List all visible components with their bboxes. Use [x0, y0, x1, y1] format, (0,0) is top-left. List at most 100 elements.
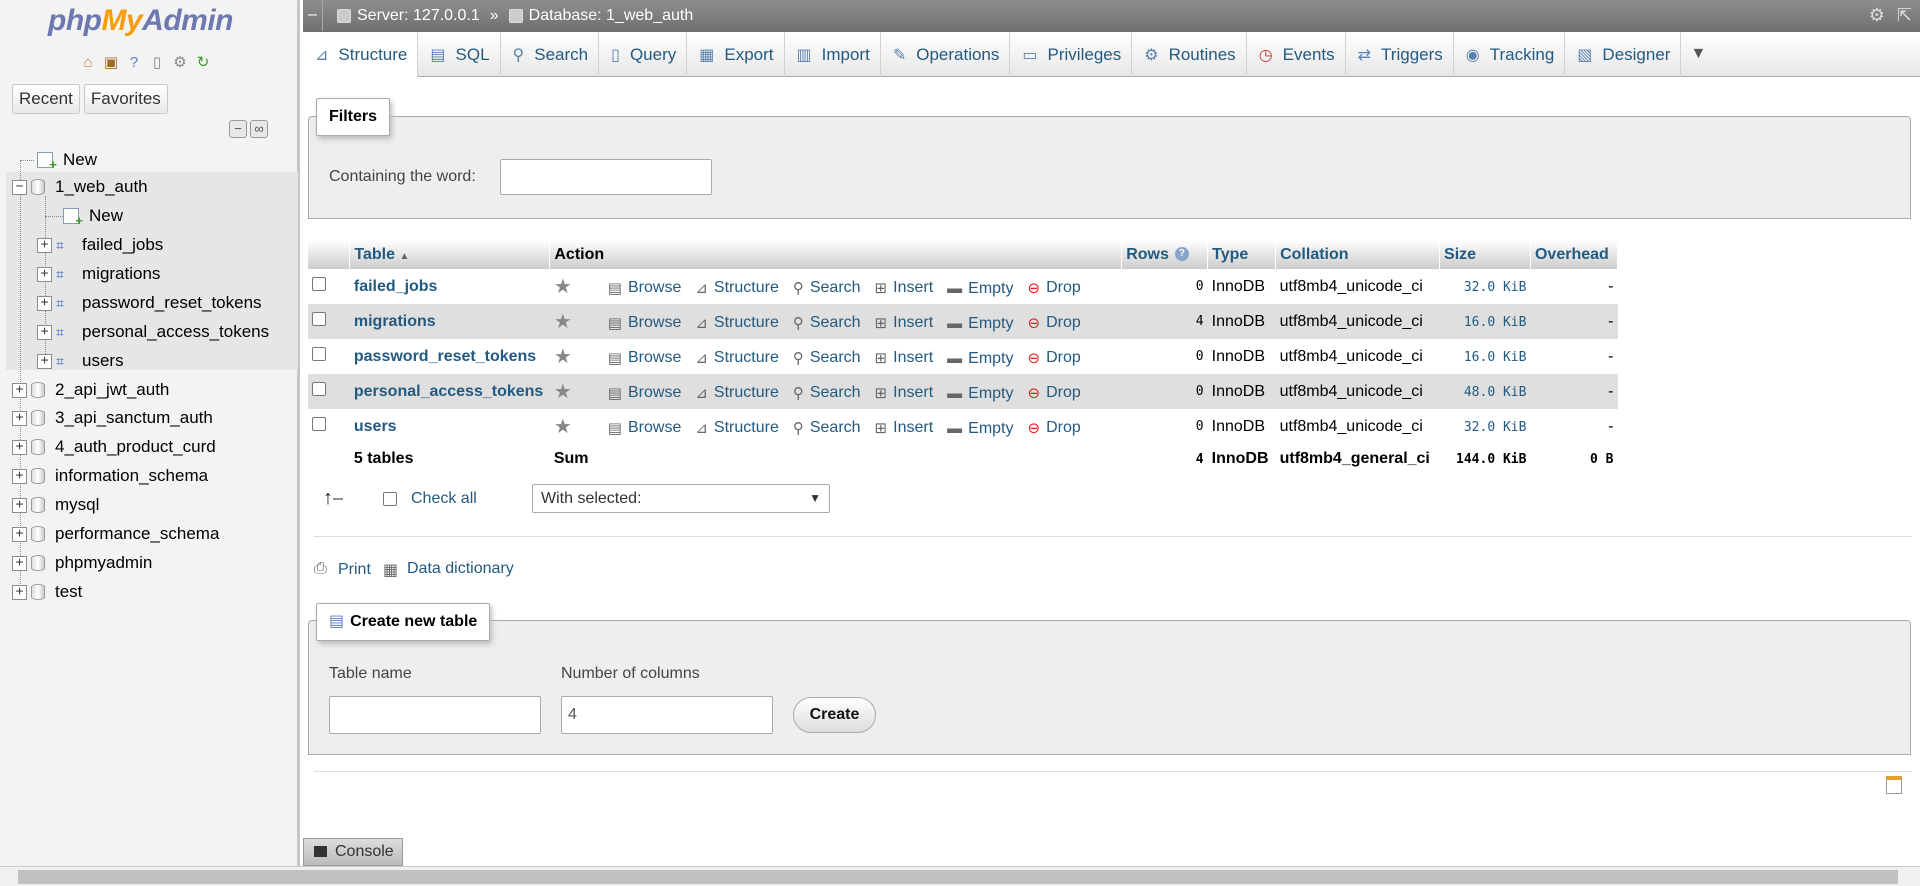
- data-dictionary-link[interactable]: Data dictionary: [407, 560, 514, 578]
- tab-structure[interactable]: ⊿ Structure: [303, 32, 419, 78]
- action-drop[interactable]: ⊖ Drop: [1027, 419, 1080, 437]
- table-name-input[interactable]: [329, 696, 541, 734]
- collapse-all-icon[interactable]: −: [229, 120, 247, 138]
- action-search[interactable]: ⚲ Search: [793, 419, 861, 437]
- expand-icon[interactable]: +: [37, 324, 52, 340]
- docs-icon[interactable]: ▯: [147, 52, 167, 72]
- action-search[interactable]: ⚲ Search: [793, 349, 861, 367]
- create-button[interactable]: Create: [793, 697, 876, 733]
- collapse-icon[interactable]: −: [12, 179, 27, 195]
- tab-sql[interactable]: ▤ SQL: [418, 32, 501, 77]
- favorites-tab[interactable]: Favorites: [83, 84, 168, 114]
- size-link[interactable]: 48.0 KiB: [1464, 385, 1527, 400]
- action-insert[interactable]: ⊞ Insert: [875, 419, 934, 437]
- header-type[interactable]: Type: [1207, 240, 1277, 269]
- action-insert[interactable]: ⊞ Insert: [875, 314, 934, 332]
- row-checkbox[interactable]: [312, 312, 326, 326]
- tree-db-item[interactable]: + test: [12, 579, 82, 605]
- action-empty[interactable]: ▬ Empty: [947, 420, 1013, 438]
- header-rows[interactable]: Rows?: [1121, 240, 1209, 269]
- check-all-checkbox[interactable]: [383, 492, 397, 506]
- action-structure[interactable]: ⊿ Structure: [695, 279, 779, 297]
- expand-icon[interactable]: +: [12, 410, 27, 426]
- collapse-nav-icon[interactable]: –: [303, 1, 323, 31]
- tree-table-item[interactable]: + ⌗ password_reset_tokens: [37, 290, 262, 316]
- tree-db-item[interactable]: + 2_api_jwt_auth: [12, 377, 169, 403]
- recent-tab[interactable]: Recent: [12, 84, 80, 114]
- action-empty[interactable]: ▬ Empty: [947, 350, 1013, 368]
- favorite-star-icon[interactable]: ★: [554, 414, 572, 439]
- tree-db-item[interactable]: + phpmyadmin: [12, 550, 152, 576]
- action-insert[interactable]: ⊞ Insert: [875, 279, 934, 297]
- reload-icon[interactable]: ↻: [193, 52, 213, 72]
- action-drop[interactable]: ⊖ Drop: [1027, 349, 1080, 367]
- row-checkbox[interactable]: [312, 417, 326, 431]
- action-structure[interactable]: ⊿ Structure: [695, 419, 779, 437]
- tree-db-item[interactable]: + information_schema: [12, 463, 208, 489]
- tree-db-item[interactable]: + 3_api_sanctum_auth: [12, 405, 213, 431]
- action-drop[interactable]: ⊖ Drop: [1027, 279, 1080, 297]
- expand-icon[interactable]: +: [37, 295, 52, 311]
- expand-icon[interactable]: +: [12, 526, 27, 542]
- action-empty[interactable]: ▬ Empty: [947, 385, 1013, 403]
- tab-import[interactable]: ▥ Import: [785, 32, 881, 77]
- table-name-link[interactable]: personal_access_tokens: [354, 383, 543, 400]
- action-browse[interactable]: ▤ Browse: [608, 279, 682, 297]
- columns-input[interactable]: 4: [561, 696, 773, 734]
- action-empty[interactable]: ▬ Empty: [947, 315, 1013, 333]
- expand-icon[interactable]: +: [12, 497, 27, 513]
- settings-icon[interactable]: ⚙: [1869, 6, 1885, 24]
- action-structure[interactable]: ⊿ Structure: [695, 384, 779, 402]
- header-collation[interactable]: Collation: [1275, 240, 1441, 269]
- action-drop[interactable]: ⊖ Drop: [1027, 314, 1080, 332]
- action-empty[interactable]: ▬ Empty: [947, 280, 1013, 298]
- tree-db-item[interactable]: + performance_schema: [12, 521, 219, 547]
- table-name-link[interactable]: users: [354, 418, 397, 435]
- link-with-main-icon[interactable]: ∞: [250, 120, 268, 138]
- exit-icon[interactable]: ▣: [101, 52, 121, 72]
- size-link[interactable]: 16.0 KiB: [1464, 350, 1527, 365]
- tab-routines[interactable]: ⚙ Routines: [1132, 32, 1247, 77]
- horizontal-scrollbar[interactable]: [0, 866, 1920, 886]
- more-tabs-icon[interactable]: ▼: [1681, 32, 1715, 76]
- filter-word-input[interactable]: [500, 159, 712, 195]
- expand-icon[interactable]: +: [12, 382, 27, 398]
- tab-triggers[interactable]: ⇄ Triggers: [1346, 32, 1454, 77]
- phpmyadmin-logo[interactable]: phpMyAdmin: [48, 4, 233, 38]
- with-selected-dropdown[interactable]: With selected: ▼: [532, 484, 830, 513]
- help-icon[interactable]: ?: [124, 52, 144, 72]
- expand-icon[interactable]: +: [12, 439, 27, 455]
- favorite-star-icon[interactable]: ★: [554, 274, 572, 299]
- check-all-label[interactable]: Check all: [411, 490, 477, 508]
- favorite-star-icon[interactable]: ★: [554, 344, 572, 369]
- action-drop[interactable]: ⊖ Drop: [1027, 384, 1080, 402]
- action-browse[interactable]: ▤ Browse: [608, 419, 682, 437]
- breadcrumb-server[interactable]: Server: 127.0.0.1: [337, 7, 480, 25]
- home-icon[interactable]: ⌂: [78, 52, 98, 72]
- favorite-star-icon[interactable]: ★: [554, 309, 572, 334]
- expand-icon[interactable]: +: [12, 555, 27, 571]
- action-browse[interactable]: ▤ Browse: [608, 314, 682, 332]
- header-table[interactable]: Table ▲: [349, 240, 551, 269]
- scrollbar-thumb[interactable]: [18, 870, 1898, 884]
- tab-privileges[interactable]: ▭ Privileges: [1010, 32, 1133, 77]
- action-browse[interactable]: ▤ Browse: [608, 349, 682, 367]
- expand-icon[interactable]: +: [12, 584, 27, 600]
- notes-icon[interactable]: [1886, 776, 1902, 794]
- tab-designer[interactable]: ▧ Designer: [1565, 32, 1682, 77]
- console-toggle[interactable]: Console: [303, 838, 403, 866]
- table-name-link[interactable]: failed_jobs: [354, 278, 438, 295]
- tree-db-current[interactable]: − 1_web_auth: [12, 174, 148, 200]
- tab-export[interactable]: ▦ Export: [687, 32, 785, 77]
- header-overhead[interactable]: Overhead: [1530, 240, 1619, 269]
- tree-table-item[interactable]: + ⌗ users: [37, 348, 124, 374]
- print-link[interactable]: Print: [338, 561, 371, 579]
- size-link[interactable]: 16.0 KiB: [1464, 315, 1527, 330]
- tree-table-item[interactable]: + ⌗ personal_access_tokens: [37, 319, 269, 345]
- action-structure[interactable]: ⊿ Structure: [695, 314, 779, 332]
- tree-table-item[interactable]: + ⌗ failed_jobs: [37, 232, 163, 258]
- row-checkbox[interactable]: [312, 277, 326, 291]
- action-search[interactable]: ⚲ Search: [793, 314, 861, 332]
- expand-icon[interactable]: +: [37, 266, 52, 282]
- expand-icon[interactable]: +: [37, 237, 52, 253]
